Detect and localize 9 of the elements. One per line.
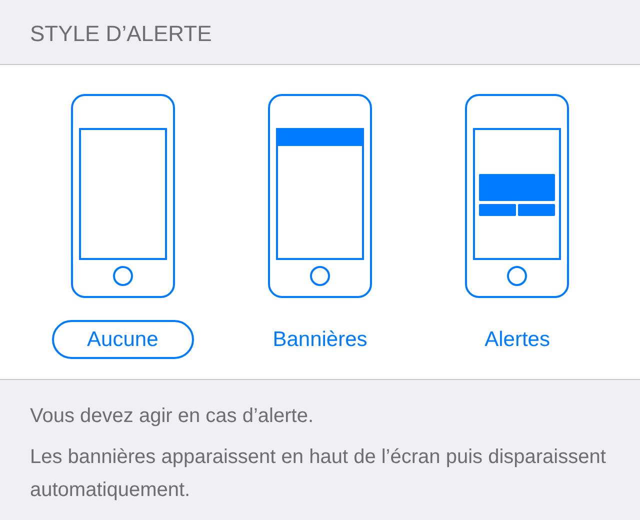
alert-style-option[interactable]: Aucune: [52, 320, 194, 359]
phone-icon: [465, 94, 570, 298]
section-header: STYLE D’ALERTE: [30, 20, 212, 48]
footer-text: Vous devez agir en cas d’alerte.: [30, 404, 315, 429]
alert-style-option[interactable]: Alertes: [446, 320, 588, 359]
phone-icon: [70, 94, 175, 298]
alert-style-option[interactable]: Bannières: [248, 320, 391, 359]
footer-text: Les bannières apparaissent en haut de l’écran puis disparaissent automatiquement.: [30, 445, 607, 503]
phone-icon: [268, 94, 372, 298]
